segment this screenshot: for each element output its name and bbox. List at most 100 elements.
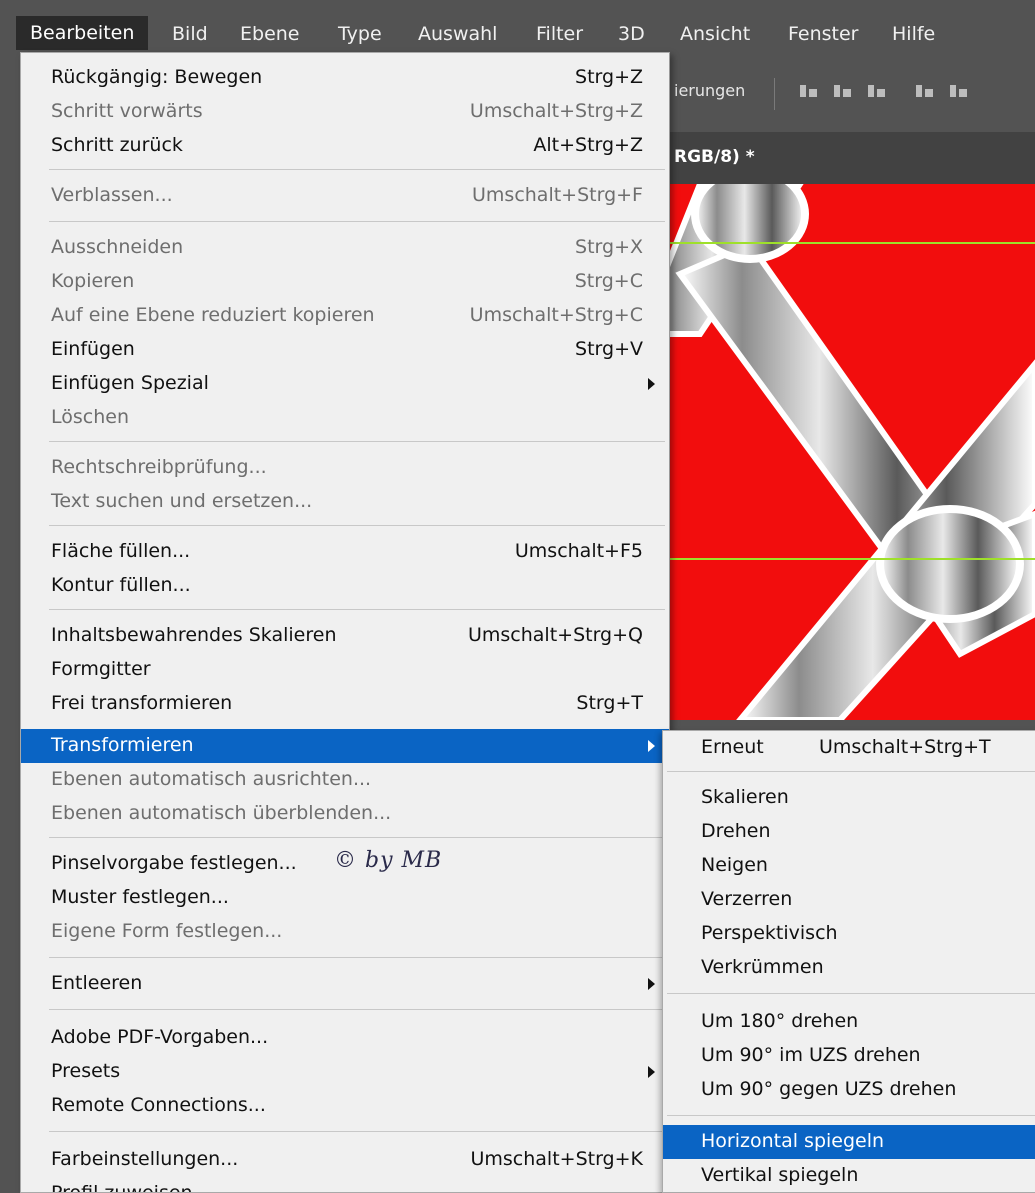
menu-bearbeiten[interactable]: Bearbeiten [16,16,149,50]
menu-item-spellcheck[interactable]: Rechtschreibprüfung... [21,451,669,485]
menu-item-undo[interactable]: Rückgängig: Bewegen Strg+Z [21,61,669,95]
submenu-item-scale[interactable]: Skalieren [663,781,1035,815]
menu-item-fill[interactable]: Fläche füllen... Umschalt+F5 [21,535,669,569]
menu-item-label: Neigen [701,854,768,876]
menu-item-label: Löschen [51,406,129,428]
submenu-arrow-icon [648,1066,655,1078]
menu-item-shortcut: Umschalt+Strg+Q [467,624,643,646]
menu-item-find-replace[interactable]: Text suchen und ersetzen... [21,485,669,519]
menu-item-label: Horizontal spiegeln [701,1130,885,1152]
menu-separator [49,957,665,958]
canvas-artwork [660,184,1035,720]
menu-item-label: Schritt vorwärts [51,100,203,122]
menu-item-label: Rechtschreibprüfung... [51,456,267,478]
menu-item-label: Rückgängig: Bewegen [51,66,263,88]
menu-item-label: Verzerren [701,888,793,910]
menu-item-label: Einfügen Spezial [51,372,209,394]
document-canvas[interactable] [660,184,1035,720]
menu-item-label: Profil zuweisen... [51,1182,211,1193]
toolbar-divider [774,78,775,110]
menu-item-cut[interactable]: Ausschneiden Strg+X [21,231,669,265]
menu-item-puppet-warp[interactable]: Formgitter [21,653,669,687]
submenu-item-rotate-180[interactable]: Um 180° drehen [663,1005,1035,1039]
align-bottom-icon[interactable] [866,83,888,101]
menu-item-label: Entleeren [51,972,143,994]
guide-line [660,558,1035,560]
menu-item-step-forward[interactable]: Schritt vorwärts Umschalt+Strg+Z [21,95,669,129]
menu-item-shortcut: Strg+C [574,270,643,292]
submenu-item-distort[interactable]: Verzerren [663,883,1035,917]
menu-item-shortcut: Umschalt+Strg+T [819,736,991,758]
menu-item-label: Presets [51,1060,121,1082]
menu-separator [49,1131,665,1132]
menu-item-free-transform[interactable]: Frei transformieren Strg+T [21,687,669,721]
menu-item-label: Verblassen... [51,184,173,206]
menu-item-transform[interactable]: Transformieren [21,729,669,763]
submenu-item-skew[interactable]: Neigen [663,849,1035,883]
menu-item-shortcut: Strg+X [575,236,643,258]
menu-item-pdf-presets[interactable]: Adobe PDF-Vorgaben... [21,1021,669,1055]
submenu-item-again[interactable]: Erneut Umschalt+Strg+T [663,731,1035,765]
menu-item-shortcut: Strg+T [576,692,643,714]
menu-ansicht[interactable]: Ansicht [680,22,750,46]
align-hcenter-icon[interactable] [948,83,970,101]
menu-item-shortcut: Umschalt+Strg+C [469,304,643,326]
submenu-item-perspective[interactable]: Perspektivisch [663,917,1035,951]
menu-item-stroke[interactable]: Kontur füllen... [21,569,669,603]
menu-item-label: Formgitter [51,658,151,680]
menu-item-label: Um 90° im UZS drehen [701,1044,921,1066]
submenu-item-rotate[interactable]: Drehen [663,815,1035,849]
menu-item-label: Text suchen und ersetzen... [51,490,313,512]
menu-item-auto-align[interactable]: Ebenen automatisch ausrichten... [21,763,669,797]
menu-type[interactable]: Type [338,22,382,46]
menu-auswahl[interactable]: Auswahl [418,22,497,46]
menu-item-label: Verkrümmen [701,956,824,978]
menu-fenster[interactable]: Fenster [788,22,858,46]
submenu-item-rotate-90-ccw[interactable]: Um 90° gegen UZS drehen [663,1073,1035,1107]
document-tab[interactable]: RGB/8) * [660,132,1035,184]
menu-item-label: Kopieren [51,270,135,292]
menu-item-copy-merged[interactable]: Auf eine Ebene reduziert kopieren Umscha… [21,299,669,333]
menu-item-label: Vertikal spiegeln [701,1164,859,1186]
menu-item-fade[interactable]: Verblassen... Umschalt+Strg+F [21,179,669,213]
menu-item-color-settings[interactable]: Farbeinstellungen... Umschalt+Strg+K [21,1143,669,1177]
menu-item-label: Auf eine Ebene reduziert kopieren [51,304,375,326]
menu-item-remote-connections[interactable]: Remote Connections... [21,1089,669,1123]
menu-item-label: Adobe PDF-Vorgaben... [51,1026,269,1048]
menu-separator [667,1115,1035,1116]
menu-item-label: Inhaltsbewahrendes Skalieren [51,624,337,646]
menu-item-label: Um 90° gegen UZS drehen [701,1078,957,1100]
submenu-item-flip-horizontal[interactable]: Horizontal spiegeln [663,1125,1035,1159]
menu-item-paste[interactable]: Einfügen Strg+V [21,333,669,367]
menu-item-content-aware-scale[interactable]: Inhaltsbewahrendes Skalieren Umschalt+St… [21,619,669,653]
options-toolbar: ierungen [660,64,1035,122]
menu-item-label: Farbeinstellungen... [51,1148,239,1170]
menu-item-presets[interactable]: Presets [21,1055,669,1089]
menu-item-label: Einfügen [51,338,135,360]
menu-item-copy[interactable]: Kopieren Strg+C [21,265,669,299]
menu-item-label: Transformieren [51,734,194,756]
menu-3d[interactable]: 3D [618,22,645,46]
submenu-item-warp[interactable]: Verkrümmen [663,951,1035,985]
submenu-item-rotate-90-cw[interactable]: Um 90° im UZS drehen [663,1039,1035,1073]
menu-filter[interactable]: Filter [536,22,583,46]
align-top-icon[interactable] [798,83,820,101]
menu-ebene[interactable]: Ebene [240,22,300,46]
menu-separator [49,609,665,610]
menu-item-label: Schritt zurück [51,134,183,156]
menu-item-auto-blend[interactable]: Ebenen automatisch überblenden... [21,797,669,831]
menu-bild[interactable]: Bild [172,22,208,46]
submenu-item-flip-vertical[interactable]: Vertikal spiegeln [663,1159,1035,1192]
menu-item-label: Remote Connections... [51,1094,266,1116]
menu-item-step-back[interactable]: Schritt zurück Alt+Strg+Z [21,129,669,163]
menu-item-purge[interactable]: Entleeren [21,967,669,1001]
menu-separator [49,1009,665,1010]
menu-item-define-pattern[interactable]: Muster festlegen... [21,881,669,915]
menu-item-define-shape[interactable]: Eigene Form festlegen... [21,915,669,949]
menu-item-clear[interactable]: Löschen [21,401,669,435]
align-vcenter-icon[interactable] [832,83,854,101]
menu-hilfe[interactable]: Hilfe [892,22,935,46]
align-left-icon[interactable] [914,83,936,101]
menu-item-label: Erneut [701,736,764,758]
menu-item-paste-special[interactable]: Einfügen Spezial [21,367,669,401]
